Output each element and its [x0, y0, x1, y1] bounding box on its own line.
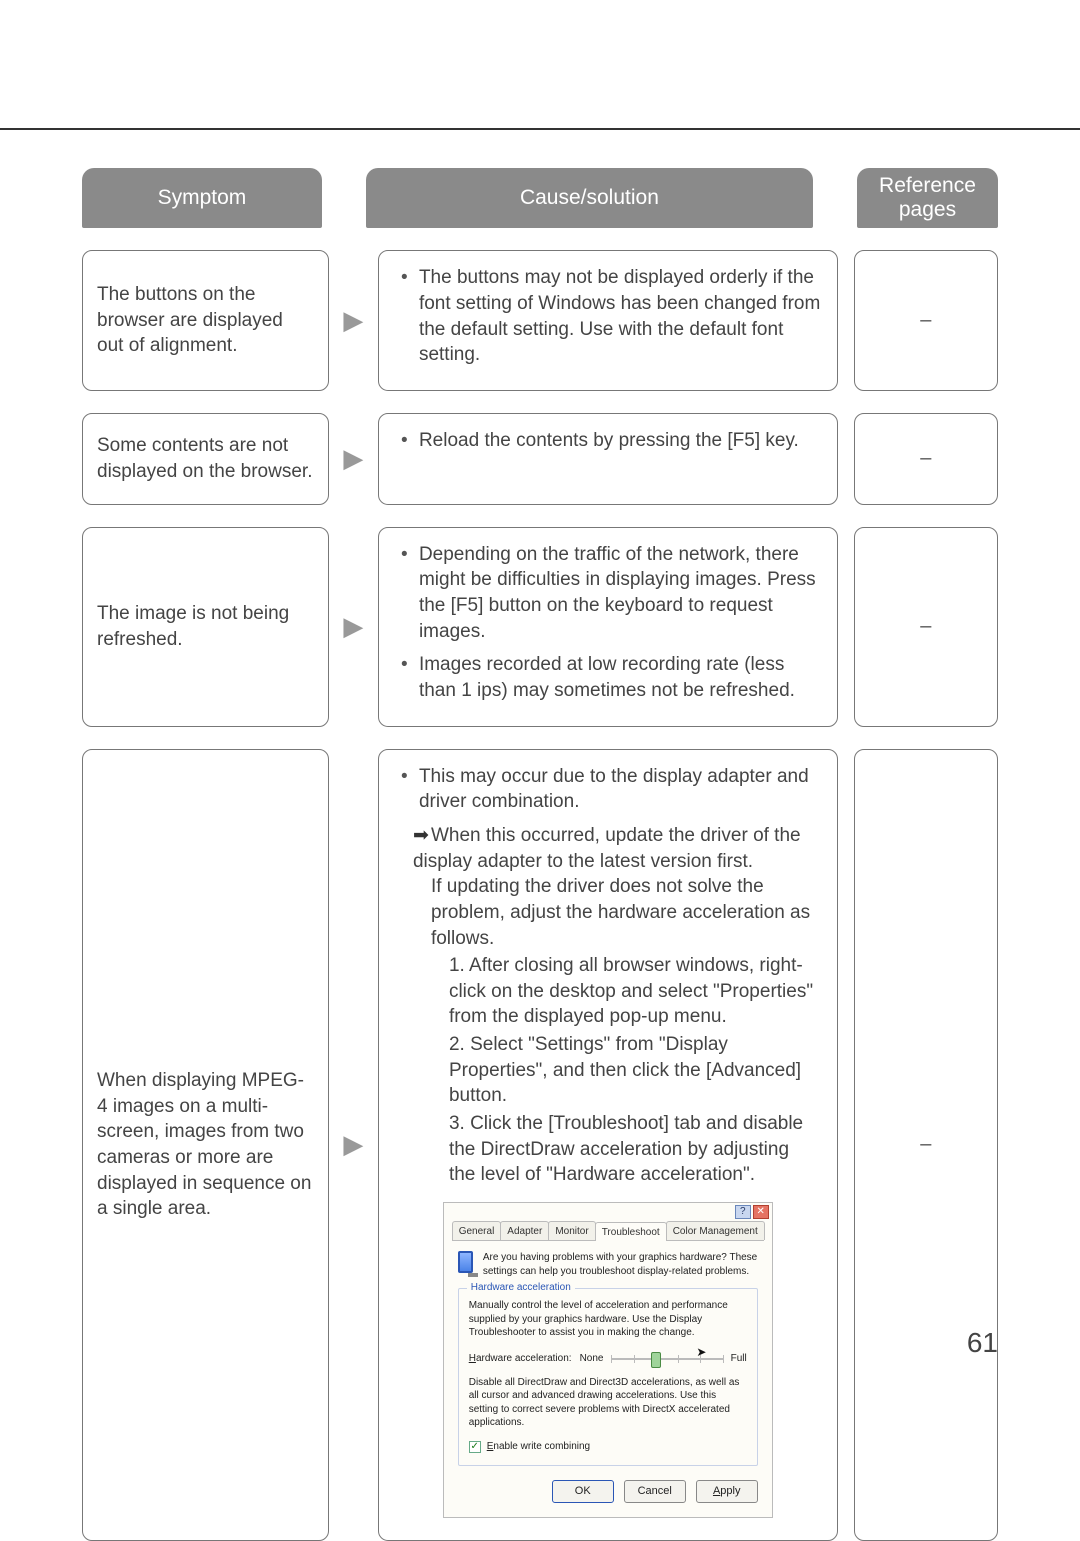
tab-adapter[interactable]: Adapter — [500, 1221, 549, 1241]
header-symptom: Symptom — [82, 168, 322, 228]
monitor-icon — [458, 1251, 473, 1273]
reference-cell: – — [854, 250, 999, 391]
cause-bullet: Images recorded at low recording rate (l… — [419, 652, 821, 703]
hardware-acceleration-group: Hardware acceleration Manually control t… — [458, 1288, 758, 1466]
checkbox-label: Enable write combining — [487, 1440, 590, 1454]
symptom-cell: The buttons on the browser are displayed… — [82, 250, 329, 391]
fieldset-text: Manually control the level of accelerati… — [469, 1299, 747, 1340]
dialog-intro-text: Are you having problems with your graphi… — [483, 1251, 758, 1278]
fieldset-legend: Hardware acceleration — [467, 1281, 575, 1295]
symptom-text: The image is not being refreshed. — [97, 601, 314, 652]
cause-subline: If updating the driver does not solve th… — [431, 874, 821, 951]
cause-subline: When this occurred, update the driver of… — [413, 825, 801, 872]
right-arrow-icon: ➡ — [413, 823, 431, 849]
cause-cell: This may occur due to the display adapte… — [378, 749, 838, 1541]
arrow-icon: ▶ — [339, 250, 368, 391]
table-row: Some contents are not dis­played on the … — [82, 413, 998, 505]
arrow-icon: ▶ — [339, 413, 368, 505]
table-header-row: Symptom Cause/solution Reference pages — [82, 168, 998, 228]
titlebar: ? ✕ — [444, 1203, 772, 1221]
table-row: When displaying MPEG-4 images on a multi… — [82, 749, 998, 1541]
cancel-button[interactable]: Cancel — [624, 1480, 686, 1503]
symptom-cell: Some contents are not dis­played on the … — [82, 413, 329, 505]
cause-bullet: Depending on the traffic of the network,… — [419, 542, 821, 645]
help-icon[interactable]: ? — [735, 1205, 751, 1219]
troubleshooting-table: Symptom Cause/solution Reference pages T… — [82, 168, 998, 1541]
table-row: The buttons on the browser are displayed… — [82, 250, 998, 391]
tab-general[interactable]: General — [452, 1221, 502, 1241]
cause-bullet: This may occur due to the display adapte… — [419, 764, 821, 815]
header-cause: Cause/solution — [366, 168, 813, 228]
cause-bullet: Reload the contents by pressing the [F5]… — [419, 428, 821, 454]
display-properties-dialog: ? ✕ General Adapter Monitor Troubleshoot… — [443, 1202, 773, 1518]
cursor-icon: ➤ — [696, 1344, 706, 1360]
cause-step: 1. After closing all browser windows, ri… — [449, 953, 821, 1030]
reference-cell: – — [854, 749, 999, 1541]
arrow-icon: ▶ — [339, 749, 368, 1541]
cause-step: 3. Click the [Troubleshoot] tab and disa… — [449, 1111, 821, 1188]
hardware-acceleration-slider[interactable]: ➤ — [611, 1350, 722, 1368]
cause-cell: The buttons may not be displayed orderly… — [378, 250, 838, 391]
cause-detail: ➡When this occurred, update the driver o… — [413, 823, 821, 1188]
symptom-text: Some contents are not dis­played on the … — [97, 433, 314, 484]
slider-thumb[interactable] — [651, 1352, 661, 1368]
cause-cell: Depending on the traffic of the network,… — [378, 527, 838, 727]
tabs: General Adapter Monitor Troubleshoot Col… — [452, 1221, 764, 1242]
horizontal-rule — [0, 128, 1080, 130]
page-number: 61 — [967, 1327, 998, 1359]
cause-bullet: The buttons may not be displayed orderly… — [419, 265, 821, 368]
header-reference: Reference pages — [857, 168, 998, 228]
cause-step: 2. Select "Settings" from "Display Prope… — [449, 1032, 821, 1109]
tab-troubleshoot[interactable]: Troubleshoot — [595, 1222, 667, 1242]
slider-description: Disable all DirectDraw and Direct3D acce… — [469, 1376, 747, 1430]
cause-cell: Reload the contents by pressing the [F5]… — [378, 413, 838, 505]
symptom-text: When displaying MPEG-4 images on a multi… — [97, 1068, 314, 1222]
symptom-cell: The image is not being refreshed. — [82, 527, 329, 727]
symptom-text: The buttons on the browser are displayed… — [97, 282, 314, 359]
symptom-cell: When displaying MPEG-4 images on a multi… — [82, 749, 329, 1541]
close-icon[interactable]: ✕ — [753, 1205, 769, 1219]
slider-label: HHardware acceleration:ardware accelerat… — [469, 1352, 572, 1366]
reference-cell: – — [854, 527, 999, 727]
ok-button[interactable]: OK — [552, 1480, 614, 1503]
apply-button[interactable]: ApplyApply — [696, 1480, 758, 1503]
tab-monitor[interactable]: Monitor — [548, 1221, 595, 1241]
slider-max-label: Full — [731, 1352, 747, 1366]
reference-cell: – — [854, 413, 999, 505]
tab-color-management[interactable]: Color Management — [666, 1221, 765, 1241]
enable-write-combining-checkbox[interactable]: ✓ — [469, 1441, 481, 1453]
slider-min-label: None — [580, 1352, 604, 1366]
table-row: The image is not being refreshed. ▶ Depe… — [82, 527, 998, 727]
arrow-icon: ▶ — [339, 527, 368, 727]
